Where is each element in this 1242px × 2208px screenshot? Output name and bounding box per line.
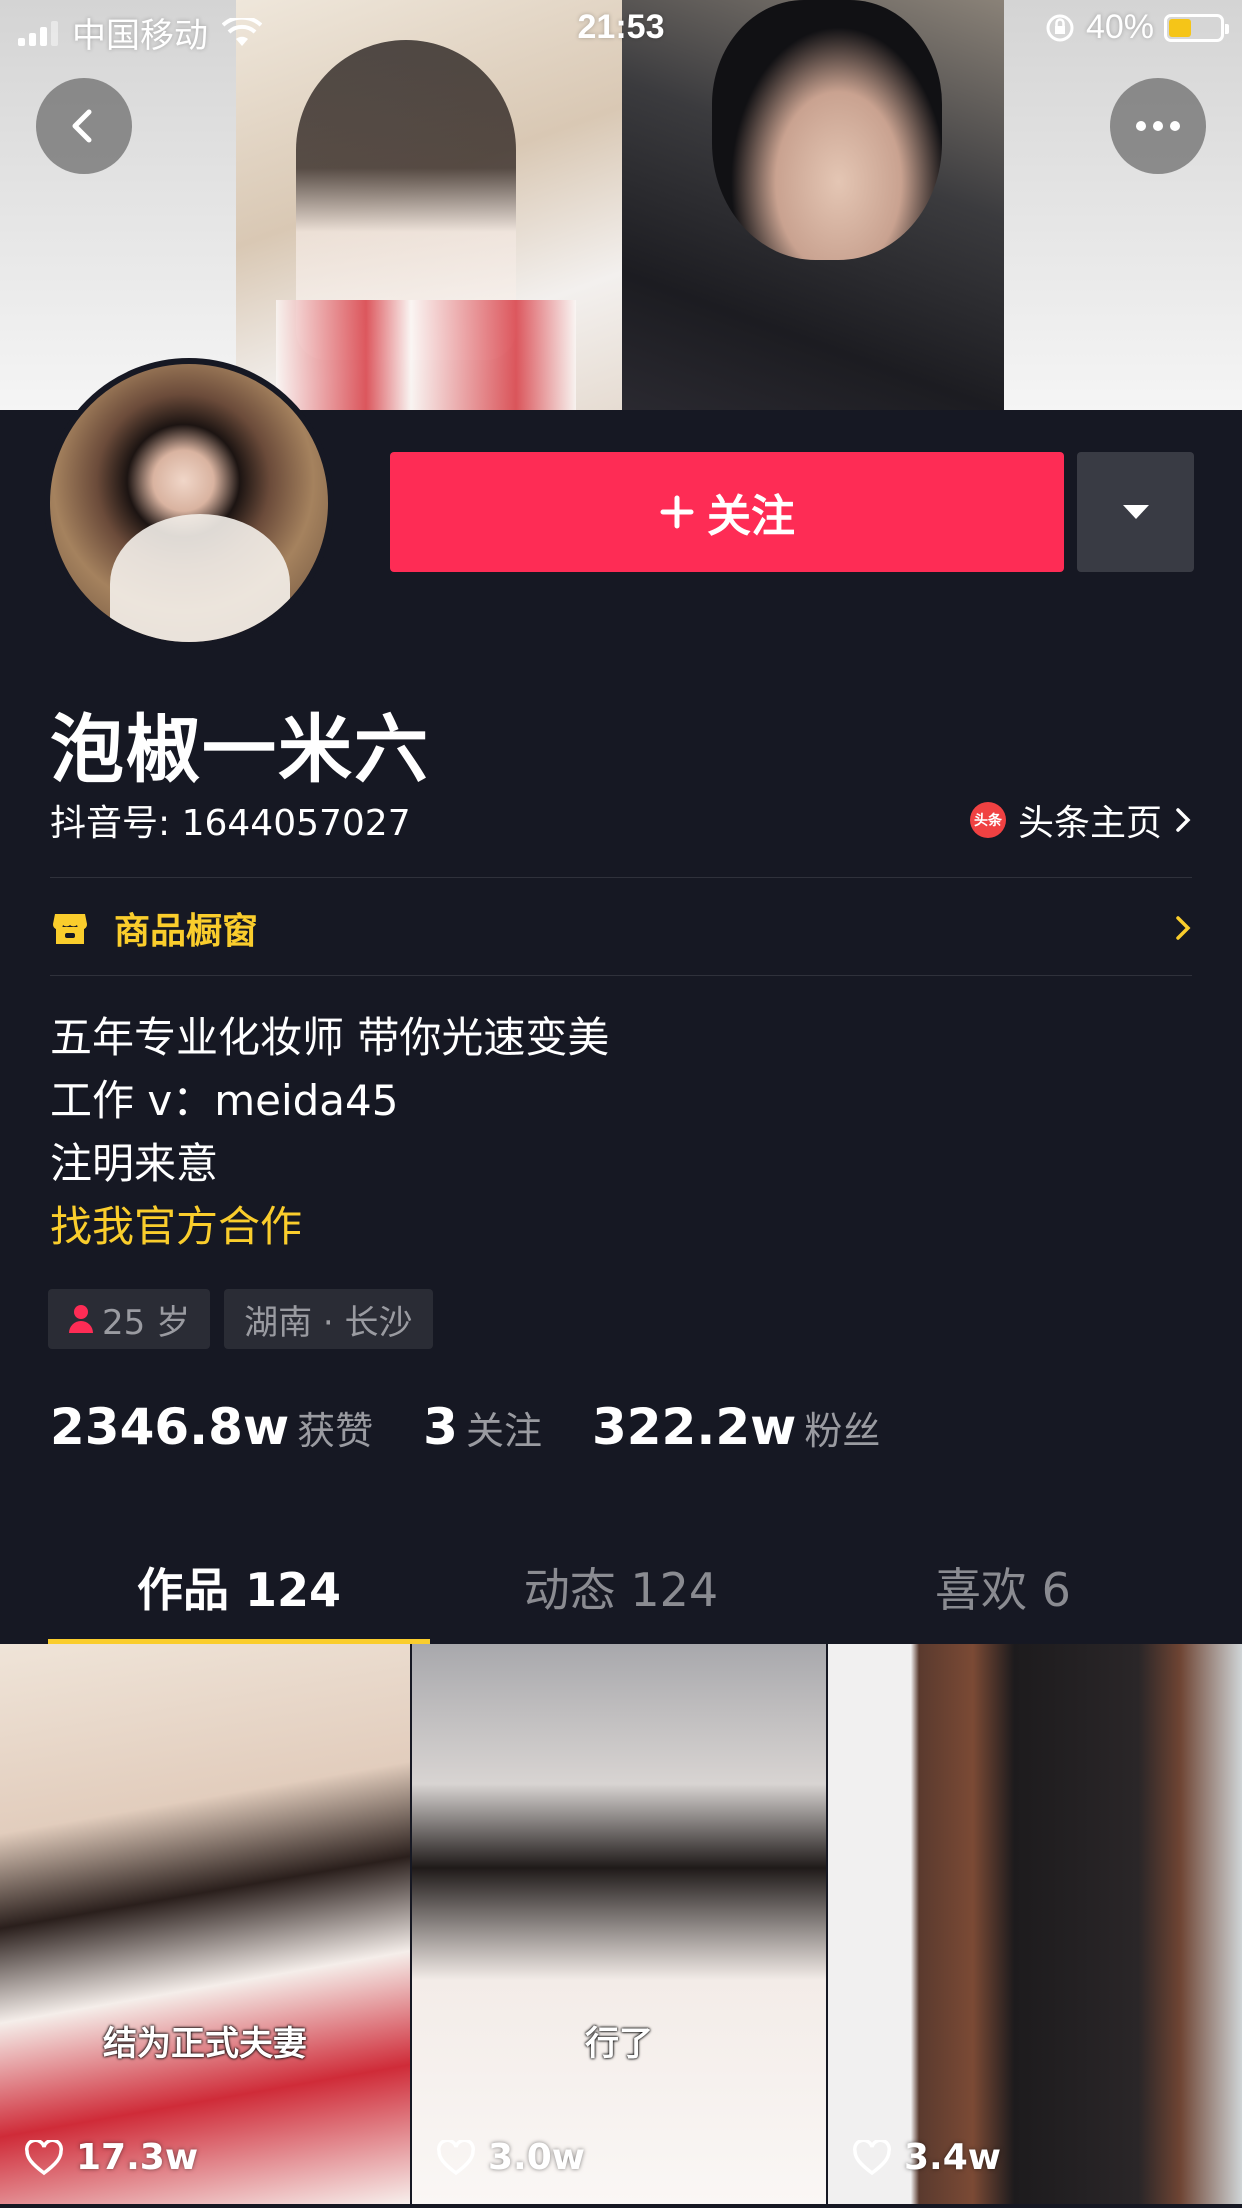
shop-label: 商品橱窗 — [114, 911, 259, 952]
divider — [50, 877, 1192, 878]
tab-works[interactable]: 作品 124 — [48, 1530, 430, 1644]
stat-label: 关注 — [465, 1409, 542, 1453]
more-icon — [1136, 121, 1180, 131]
tab-activity[interactable]: 动态 124 — [430, 1530, 812, 1644]
age-tag: 25 岁 — [48, 1289, 211, 1349]
orientation-lock-icon — [1046, 14, 1074, 41]
bio-line: 工作 v：meida45 — [50, 1076, 399, 1125]
status-bar: 中国移动 21:53 40% — [0, 0, 1242, 58]
cover-side-right — [1004, 0, 1242, 410]
likes-count: 17.3w — [76, 2137, 199, 2178]
plus-icon — [660, 495, 694, 529]
followers-stat[interactable]: 322.2w 粉丝 — [592, 1398, 880, 1456]
video-thumbnail[interactable]: 行了 3.0w — [412, 1644, 826, 2204]
following-stat[interactable]: 3 关注 — [423, 1398, 542, 1456]
heart-icon — [437, 2139, 475, 2175]
video-likes: 3.4w — [852, 2137, 1001, 2178]
stat-number: 2346.8w — [50, 1398, 290, 1456]
profile-stats: 2346.8w 获赞 3 关注 322.2w 粉丝 — [50, 1398, 930, 1456]
follow-button[interactable]: 关注 — [390, 452, 1064, 572]
tab-likes[interactable]: 喜欢 6 — [812, 1530, 1194, 1644]
toutiao-logo: 头条 — [969, 802, 1006, 838]
content-tabs: 作品 124 动态 124 喜欢 6 — [48, 1530, 1194, 1644]
age-label: 25 岁 — [102, 1302, 191, 1343]
douyin-id: 抖音号: 1644057027 — [50, 803, 411, 844]
stat-number: 3 — [423, 1398, 458, 1456]
video-thumbnail[interactable]: 结为正式夫妻 17.3w — [0, 1644, 410, 2204]
video-likes: 17.3w — [24, 2137, 198, 2178]
back-button[interactable] — [36, 78, 132, 174]
chevron-right-icon — [1176, 808, 1191, 832]
likes-stat: 2346.8w 获赞 — [50, 1398, 373, 1456]
heart-icon — [25, 2139, 63, 2175]
official-cooperation-link[interactable]: 找我官方合作 — [50, 1195, 609, 1258]
toutiao-label: 头条主页 — [1017, 803, 1162, 844]
stat-number: 322.2w — [591, 1398, 797, 1456]
profile-name: 泡椒一米六 — [50, 707, 430, 793]
likes-count: 3.4w — [904, 2137, 1002, 2178]
avatar[interactable] — [44, 358, 334, 648]
video-likes: 3.0w — [436, 2137, 585, 2178]
more-button[interactable] — [1110, 78, 1206, 174]
female-icon — [69, 1305, 93, 1333]
bio-line: 注明来意 — [50, 1139, 219, 1188]
video-caption: 行了 — [585, 2024, 653, 2064]
stat-label: 获赞 — [297, 1409, 374, 1453]
shop-window-link[interactable]: 商品橱窗 — [50, 880, 1192, 976]
bio: 五年专业化妆师 带你光速变美 工作 v：meida45 注明来意 找我官方合作 — [50, 1006, 609, 1258]
stat-label: 粉丝 — [804, 1409, 881, 1453]
cover-side-left — [0, 0, 236, 410]
caret-down-icon — [1122, 505, 1149, 519]
back-icon — [72, 109, 92, 143]
video-thumbnail[interactable]: 3.4w — [828, 1644, 1242, 2204]
battery-icon — [1164, 13, 1229, 42]
cover-photo-right — [622, 0, 1004, 410]
follow-label: 关注 — [707, 491, 795, 542]
toutiao-homepage-link[interactable]: 头条 头条主页 — [969, 794, 1192, 846]
bio-line: 五年专业化妆师 带你光速变美 — [50, 1013, 610, 1062]
battery-percent: 40% — [1085, 8, 1154, 46]
cover-banner — [0, 0, 1242, 410]
divider — [50, 975, 1192, 976]
chevron-right-icon — [1176, 916, 1191, 940]
cover-photo-left — [236, 0, 622, 410]
likes-count: 3.0w — [488, 2137, 586, 2178]
heart-icon — [853, 2139, 891, 2175]
profile-tags: 25 岁 湖南 · 长沙 — [48, 1289, 433, 1349]
recommend-dropdown-button[interactable] — [1077, 452, 1194, 572]
video-grid: 结为正式夫妻 17.3w 行了 3.0w 3.4w — [0, 1644, 1242, 2208]
location-label: 湖南 · 长沙 — [244, 1302, 413, 1343]
video-caption: 结为正式夫妻 — [103, 2024, 307, 2064]
shop-icon — [52, 914, 88, 944]
location-tag: 湖南 · 长沙 — [224, 1289, 433, 1349]
